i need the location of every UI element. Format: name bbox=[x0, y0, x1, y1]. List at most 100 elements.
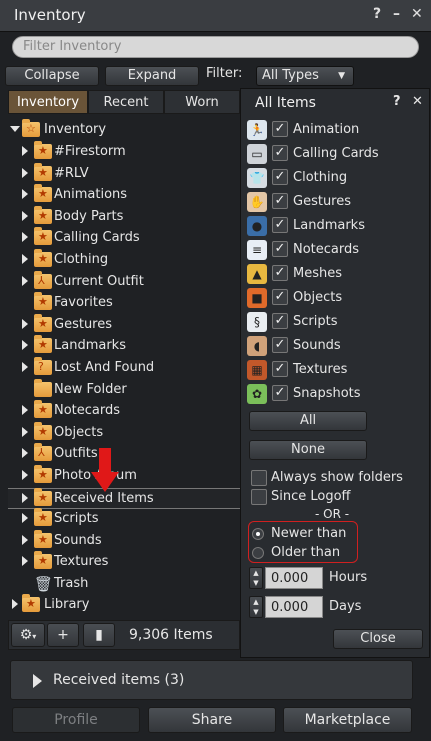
tree-label-inventory: Inventory bbox=[44, 122, 107, 137]
chevron-down-icon[interactable] bbox=[10, 124, 20, 134]
add-item-button[interactable]: + bbox=[47, 623, 79, 647]
close-icon[interactable]: ✕ bbox=[412, 94, 423, 109]
chevron-right-icon[interactable] bbox=[22, 448, 30, 459]
days-stepper[interactable]: ▲ ▼ bbox=[249, 596, 263, 618]
tree-row-favorites[interactable]: ★ Favorites bbox=[8, 292, 240, 314]
tree-row-clothing[interactable]: ★ Clothing bbox=[8, 249, 240, 271]
chevron-right-icon[interactable] bbox=[22, 210, 30, 221]
expand-button[interactable]: Expand bbox=[105, 66, 199, 86]
type-checkbox[interactable]: ✓ bbox=[272, 217, 288, 233]
tree-row-objects[interactable]: ★ Objects bbox=[8, 421, 240, 444]
folder-star-icon: ★ bbox=[34, 313, 52, 332]
tree-row-body-parts[interactable]: ★ Body Parts bbox=[8, 205, 240, 228]
hours-input[interactable]: 0.000 bbox=[265, 567, 323, 589]
gear-icon[interactable]: ⚙▾ bbox=[11, 623, 45, 647]
search-input[interactable]: Filter Inventory bbox=[12, 36, 419, 58]
hours-stepper[interactable]: ▲ ▼ bbox=[249, 567, 263, 589]
tab-worn[interactable]: Worn bbox=[164, 90, 240, 114]
chevron-right-icon[interactable] bbox=[22, 513, 30, 524]
type-filter-calling-cards[interactable]: ▭ ✓ Calling Cards bbox=[247, 143, 427, 165]
type-filter-landmarks[interactable]: ● ✓ Landmarks bbox=[247, 215, 427, 237]
chevron-right-icon[interactable] bbox=[22, 167, 30, 178]
tree-row-textures[interactable]: ★ Textures bbox=[8, 551, 240, 573]
filter-select-value: All Types bbox=[262, 68, 319, 83]
filter-type-select[interactable]: All Types ▼ bbox=[256, 66, 354, 86]
type-filter-meshes[interactable]: ▲ ✓ Meshes bbox=[247, 263, 427, 285]
select-all-button[interactable]: All bbox=[249, 411, 367, 431]
help-icon[interactable]: ? bbox=[373, 6, 381, 22]
marketplace-button[interactable]: Marketplace bbox=[283, 707, 412, 733]
chevron-right-icon[interactable] bbox=[22, 318, 30, 329]
type-checkbox[interactable]: ✓ bbox=[272, 241, 288, 257]
chevron-right-icon[interactable] bbox=[22, 470, 30, 480]
chevron-right-icon[interactable] bbox=[22, 492, 30, 503]
tree-row-landmarks[interactable]: ★ Landmarks bbox=[8, 335, 240, 357]
type-checkbox[interactable]: ✓ bbox=[272, 121, 288, 137]
type-checkbox[interactable]: ✓ bbox=[272, 265, 288, 281]
chevron-right-icon[interactable] bbox=[22, 146, 30, 156]
chevron-right-icon[interactable] bbox=[22, 556, 30, 567]
profile-button[interactable]: Profile bbox=[12, 707, 140, 733]
type-filter-gestures[interactable]: ✋ ✓ Gestures bbox=[247, 191, 427, 213]
since-logoff-checkbox[interactable] bbox=[251, 489, 267, 505]
tree-row-calling-cards[interactable]: ★ Calling Cards bbox=[8, 227, 240, 249]
type-filter-animation[interactable]: 🏃 ✓ Animation bbox=[247, 119, 427, 141]
folder-star-icon: ★ bbox=[34, 465, 52, 483]
tree-row-notecards[interactable]: ★ Notecards bbox=[8, 400, 240, 422]
minimize-icon[interactable]: – bbox=[393, 6, 400, 22]
close-button[interactable]: Close bbox=[333, 629, 423, 649]
tree-row-current-outfit[interactable]: ⅄ Current Outfit bbox=[8, 270, 240, 293]
tree-row-rlv[interactable]: ★ #RLV bbox=[8, 162, 240, 185]
type-filter-textures[interactable]: ▦ ✓ Textures bbox=[247, 359, 427, 381]
chevron-right-icon[interactable] bbox=[22, 254, 30, 264]
type-checkbox[interactable]: ✓ bbox=[272, 361, 288, 377]
share-button[interactable]: Share bbox=[148, 707, 276, 733]
type-checkbox[interactable]: ✓ bbox=[272, 193, 288, 209]
always-show-folders-checkbox[interactable] bbox=[251, 470, 267, 486]
tree-row-lost-and-found[interactable]: ? Lost And Found bbox=[8, 357, 240, 379]
tree-row-sounds[interactable]: ★ Sounds bbox=[8, 529, 240, 552]
tree-row-inventory-root[interactable]: ☆ Inventory bbox=[8, 119, 240, 141]
tab-recent[interactable]: Recent bbox=[88, 90, 164, 114]
tree-row-new-folder[interactable]: ★New Folder bbox=[8, 378, 240, 401]
type-checkbox[interactable]: ✓ bbox=[272, 337, 288, 353]
tree-row-outfits[interactable]: ⅄ Outfits bbox=[8, 443, 240, 465]
chevron-right-icon[interactable] bbox=[22, 189, 30, 200]
type-label: Meshes bbox=[293, 266, 342, 281]
tree-row-scripts[interactable]: ★ Scripts bbox=[8, 508, 240, 530]
select-none-button[interactable]: None bbox=[249, 440, 367, 460]
tree-row-trash[interactable]: 🗑 Trash bbox=[8, 574, 240, 595]
type-filter-snapshots[interactable]: ✿ ✓ Snapshots bbox=[247, 383, 427, 405]
type-filter-scripts[interactable]: § ✓ Scripts bbox=[247, 311, 427, 333]
tree-row-received-items[interactable]: ★ Received Items bbox=[8, 487, 240, 509]
chevron-right-icon[interactable] bbox=[22, 275, 30, 286]
chevron-right-icon[interactable] bbox=[22, 426, 30, 437]
tree-row-firestorm[interactable]: ★ #Firestorm bbox=[8, 141, 240, 163]
trash-button-icon[interactable]: ▮ bbox=[83, 623, 115, 647]
chevron-right-icon[interactable] bbox=[22, 232, 30, 243]
chevron-right-icon[interactable] bbox=[12, 599, 20, 609]
tab-inventory[interactable]: Inventory bbox=[8, 90, 88, 114]
type-checkbox[interactable]: ✓ bbox=[272, 385, 288, 401]
type-filter-sounds[interactable]: ◖ ✓ Sounds bbox=[247, 335, 427, 357]
tree-row-gestures[interactable]: ★ Gestures bbox=[8, 313, 240, 336]
type-checkbox[interactable]: ✓ bbox=[272, 289, 288, 305]
type-checkbox[interactable]: ✓ bbox=[272, 313, 288, 329]
tree-row-animations[interactable]: ★ Animations bbox=[8, 184, 240, 206]
type-filter-objects[interactable]: ■ ✓ Objects bbox=[247, 287, 427, 309]
close-icon[interactable]: ✕ bbox=[411, 6, 423, 22]
help-icon[interactable]: ? bbox=[393, 94, 401, 109]
type-filter-clothing[interactable]: 👕 ✓ Clothing bbox=[247, 167, 427, 189]
chevron-right-icon[interactable] bbox=[22, 405, 30, 416]
collapse-button[interactable]: Collapse bbox=[5, 66, 99, 86]
received-items-accordion[interactable]: Received items (3) bbox=[10, 660, 413, 700]
chevron-right-icon[interactable] bbox=[22, 340, 30, 351]
chevron-right-icon[interactable] bbox=[22, 534, 30, 545]
days-input[interactable]: 0.000 bbox=[265, 596, 323, 618]
tree-row-library[interactable]: ★ Library bbox=[8, 594, 240, 616]
type-checkbox[interactable]: ✓ bbox=[272, 145, 288, 161]
type-checkbox[interactable]: ✓ bbox=[272, 169, 288, 185]
chevron-right-icon[interactable] bbox=[22, 362, 30, 372]
type-filter-notecards[interactable]: ≡ ✓ Notecards bbox=[247, 239, 427, 261]
tree-row-photo-album[interactable]: ★Photo Album bbox=[8, 465, 240, 487]
